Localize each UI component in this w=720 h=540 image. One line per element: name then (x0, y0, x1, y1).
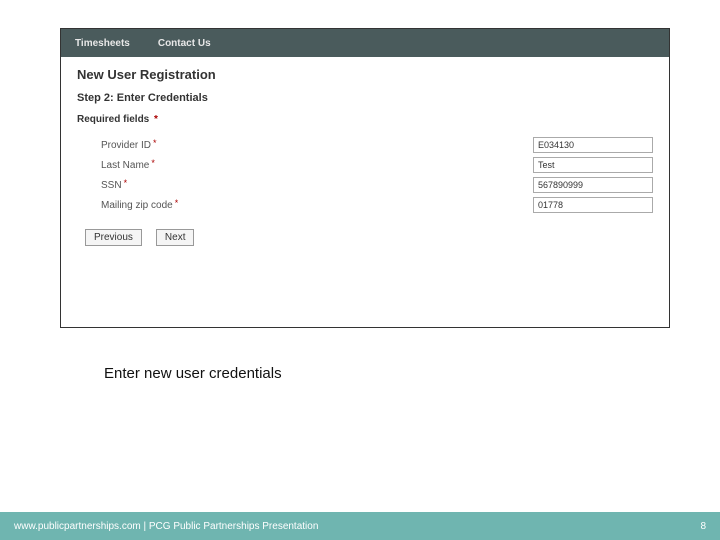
page-number: 8 (700, 521, 706, 532)
nav-contact-us[interactable]: Contact Us (158, 38, 211, 49)
field-row-last-name: Last Name* (77, 155, 653, 175)
previous-button[interactable]: Previous (85, 229, 142, 246)
label-last-name: Last Name* (77, 160, 217, 171)
input-last-name[interactable] (533, 157, 653, 173)
footer-text: www.publicpartnerships.com | PCG Public … (14, 521, 318, 532)
input-provider-id[interactable] (533, 137, 653, 153)
slide-caption: Enter new user credentials (104, 365, 282, 382)
registration-screenshot: Timesheets Contact Us New User Registrat… (60, 28, 670, 328)
required-fields-note: Required fields * (77, 114, 653, 125)
label-provider-id: Provider ID* (77, 140, 217, 151)
field-row-zip: Mailing zip code* (77, 195, 653, 215)
input-ssn[interactable] (533, 177, 653, 193)
app-nav-bar: Timesheets Contact Us (61, 29, 669, 57)
registration-form: New User Registration Step 2: Enter Cred… (61, 57, 669, 246)
form-title: New User Registration (77, 67, 653, 82)
label-zip: Mailing zip code* (77, 200, 217, 211)
button-row: Previous Next (77, 229, 653, 246)
nav-timesheets[interactable]: Timesheets (75, 38, 130, 49)
input-zip[interactable] (533, 197, 653, 213)
next-button[interactable]: Next (156, 229, 195, 246)
slide-footer: www.publicpartnerships.com | PCG Public … (0, 512, 720, 540)
field-row-ssn: SSN* (77, 175, 653, 195)
field-row-provider-id: Provider ID* (77, 135, 653, 155)
label-ssn: SSN* (77, 180, 217, 191)
step-label: Step 2: Enter Credentials (77, 92, 653, 104)
